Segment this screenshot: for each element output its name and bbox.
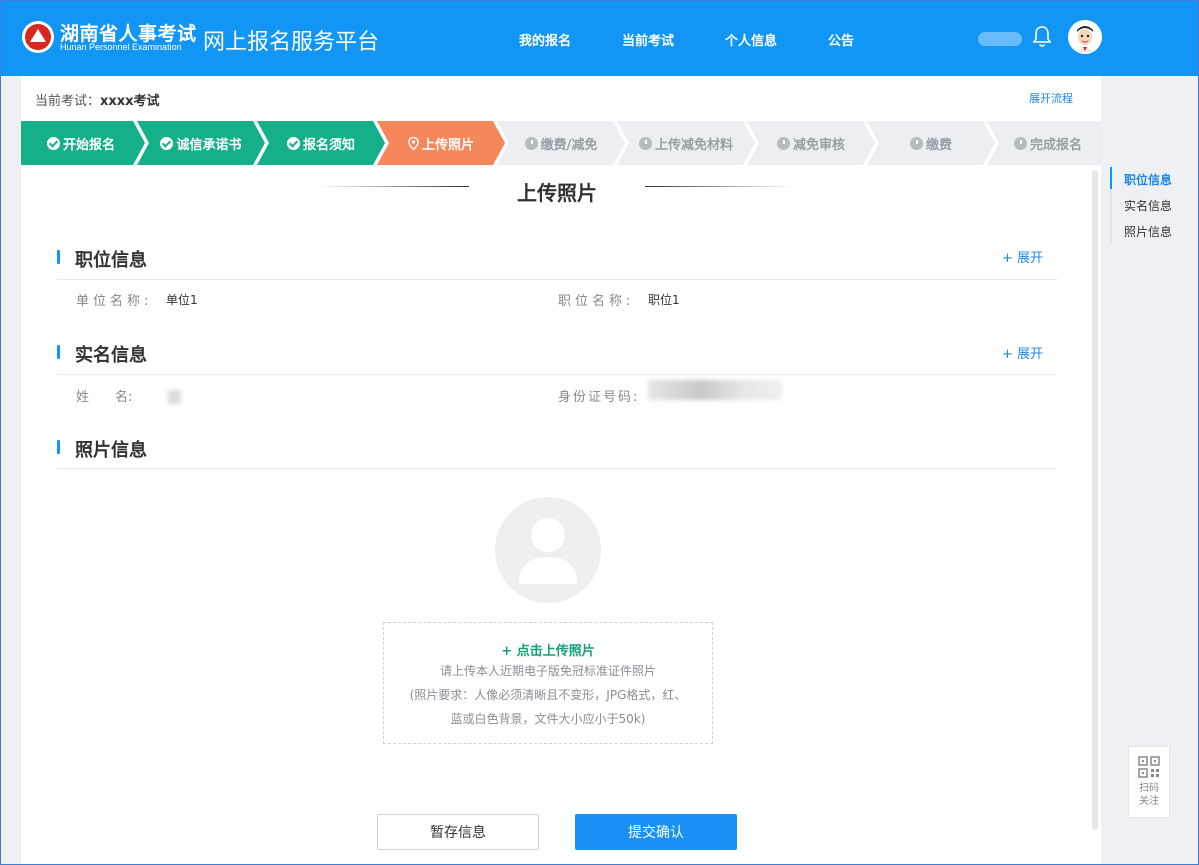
- step-waiver-review[interactable]: 减免审核: [755, 121, 867, 165]
- unit-name-label: 单位名称:: [76, 294, 153, 309]
- id-number-label: 身份证号码:: [558, 390, 640, 405]
- clock-icon: [776, 136, 790, 150]
- clock-icon: [638, 136, 652, 150]
- check-circle-icon: [160, 136, 174, 150]
- upload-hint-line: 蓝或白色背景，文件大小应小于50k): [450, 712, 646, 726]
- step-upload-photo[interactable]: 上传照片: [385, 121, 497, 165]
- section-title-photo: 照片信息: [57, 436, 147, 461]
- check-circle-icon: [46, 136, 60, 150]
- check-circle-icon: [286, 136, 300, 150]
- step-registration-notice[interactable]: 报名须知: [265, 121, 377, 165]
- qr-code-icon: [1138, 756, 1160, 778]
- progress-stepper: 开始报名 诚信承诺书 报名须知 上传照片 缴费/减免 上传减免材料 减免审核 缴…: [21, 121, 1101, 165]
- current-exam: 当前考试：xxxx考试: [35, 90, 160, 109]
- logo-icon: [22, 21, 54, 53]
- location-pin-icon: [408, 136, 419, 150]
- step-complete-registration[interactable]: 完成报名: [995, 121, 1101, 165]
- nav-personal-info[interactable]: 个人信息: [725, 30, 777, 49]
- user-avatar[interactable]: [1068, 20, 1102, 54]
- step-label: 缴费: [925, 137, 952, 153]
- current-exam-value: xxxx考试: [100, 94, 160, 109]
- expand-position-link[interactable]: + 展开: [1002, 247, 1043, 266]
- photo-upload-area[interactable]: + 点击上传照片 请上传本人近期电子版免冠标准证件照片 (照片要求：人像必须清晰…: [383, 622, 713, 744]
- qr-label-line2: 关注: [1139, 796, 1159, 807]
- save-draft-button[interactable]: 暂存信息: [377, 814, 539, 850]
- clock-icon: [1013, 136, 1027, 150]
- anchor-active-marker: [1110, 167, 1112, 189]
- post-name-label: 职位名称:: [558, 294, 635, 309]
- step-label: 缴费/减免: [540, 137, 598, 153]
- step-label: 开始报名: [62, 137, 115, 153]
- upload-hint-line: (照片要求：人像必须清晰且不变形，JPG格式，红、: [409, 688, 687, 702]
- anchor-photo-info[interactable]: 照片信息: [1124, 223, 1172, 240]
- step-label: 减免审核: [792, 137, 845, 153]
- clock-icon: [524, 136, 538, 150]
- page-title: 上传照片: [517, 181, 597, 205]
- step-start-registration[interactable]: 开始报名: [21, 121, 141, 165]
- step-label: 报名须知: [302, 137, 355, 153]
- title-divider-right: [645, 186, 795, 187]
- submit-button[interactable]: 提交确认: [575, 814, 737, 850]
- anchor-realname-info[interactable]: 实名信息: [1124, 197, 1172, 214]
- name-value-blurred: [168, 390, 181, 404]
- platform-title: 网上报名服务平台: [203, 30, 380, 55]
- clock-icon: [909, 136, 923, 150]
- current-exam-label: 当前考试：: [35, 94, 101, 109]
- divider: [57, 279, 1057, 280]
- expand-flow-link[interactable]: 展开流程: [1029, 90, 1073, 106]
- step-label: 上传减免材料: [654, 137, 733, 153]
- username-blurred[interactable]: [978, 32, 1022, 46]
- nav-announcement[interactable]: 公告: [828, 30, 854, 49]
- content-area: 上传照片 职位信息 + 展开 单位名称: 单位1 职位名称: 职位1 实名信息 …: [21, 165, 1101, 865]
- unit-name-value: 单位1: [166, 293, 198, 307]
- logo-subtitle: Hunan Personnel Examination: [60, 42, 182, 52]
- anchor-position-info[interactable]: 职位信息: [1124, 171, 1172, 188]
- expand-realname-link[interactable]: + 展开: [1002, 343, 1043, 362]
- divider: [57, 468, 1057, 469]
- photo-placeholder-icon: [495, 497, 601, 603]
- upload-hint-line: 请上传本人近期电子版免冠标准证件照片: [439, 664, 656, 678]
- bell-icon[interactable]: [1031, 25, 1053, 49]
- step-label: 上传照片: [421, 137, 474, 153]
- step-integrity-pledge[interactable]: 诚信承诺书: [145, 121, 257, 165]
- post-name-value: 职位1: [648, 293, 680, 307]
- section-title-position: 职位信息: [57, 246, 147, 271]
- name-label: 姓 名:: [76, 390, 133, 405]
- section-title-realname: 实名信息: [57, 341, 147, 366]
- step-label: 完成报名: [1029, 137, 1082, 153]
- qr-follow-button[interactable]: 扫码 关注: [1128, 746, 1170, 818]
- divider: [57, 374, 1057, 375]
- step-label: 诚信承诺书: [176, 137, 242, 153]
- top-header: 湖南省人事考试 Hunan Personnel Examination 网上报名…: [0, 0, 1199, 76]
- qr-label-line1: 扫码: [1139, 783, 1159, 794]
- id-number-value-blurred: [648, 380, 782, 400]
- content-scrollbar[interactable]: [1092, 170, 1098, 830]
- upload-photo-link[interactable]: + 点击上传照片: [384, 640, 712, 659]
- step-payment-waiver[interactable]: 缴费/减免: [505, 121, 617, 165]
- nav-my-registration[interactable]: 我的报名: [519, 30, 571, 49]
- step-upload-waiver-material[interactable]: 上传减免材料: [625, 121, 747, 165]
- step-payment[interactable]: 缴费: [875, 121, 987, 165]
- nav-current-exam[interactable]: 当前考试: [622, 30, 674, 49]
